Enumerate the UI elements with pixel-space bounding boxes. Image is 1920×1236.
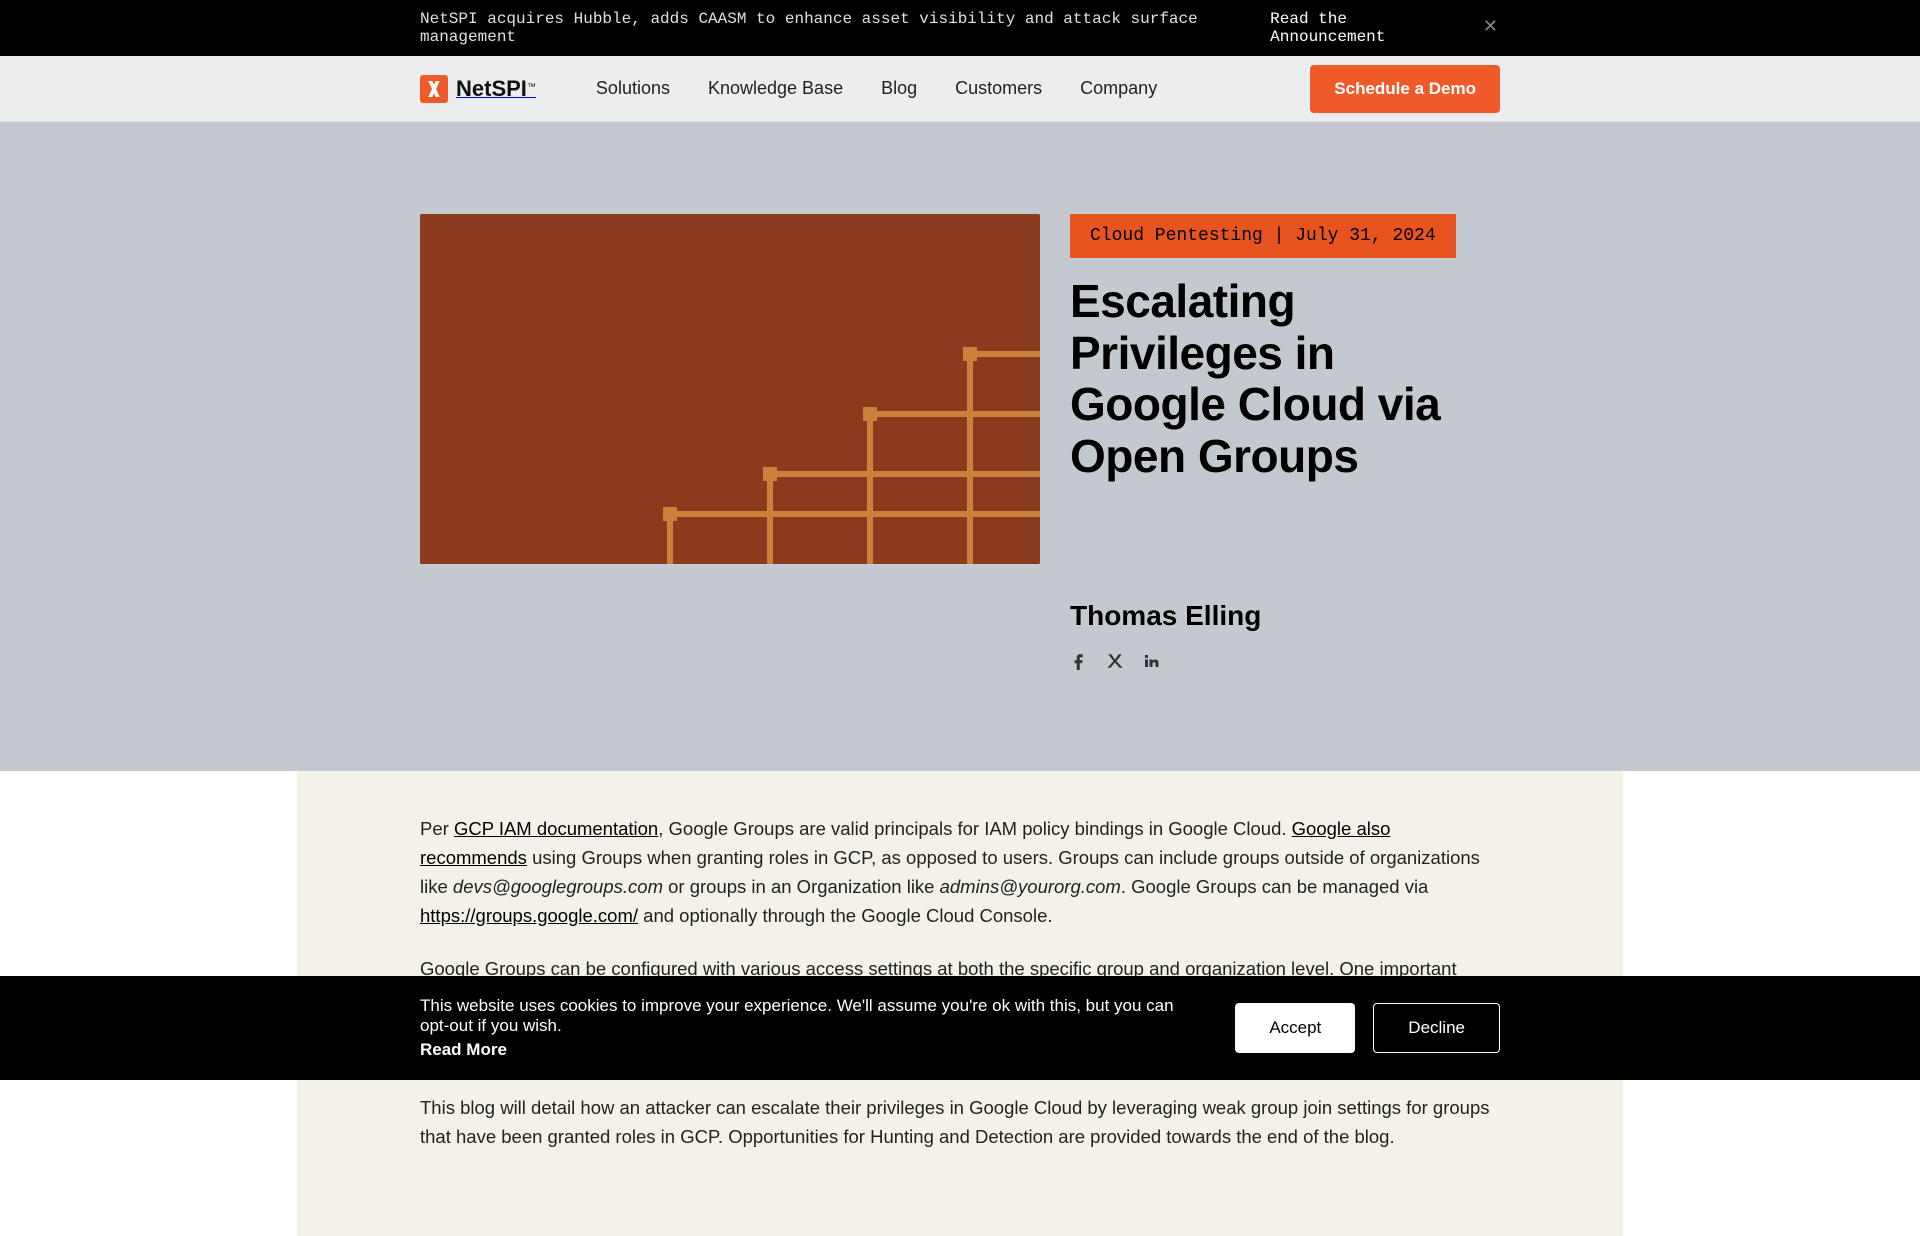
- post-date: July 31, 2024: [1295, 226, 1435, 246]
- nav-item-company[interactable]: Company: [1080, 78, 1157, 99]
- announcement-link[interactable]: Read the Announcement: [1270, 10, 1463, 46]
- x-twitter-icon[interactable]: [1106, 652, 1124, 675]
- post-title: Escalating Privileges in Google Cloud vi…: [1070, 276, 1500, 482]
- brand-name: NetSPI™: [456, 76, 536, 102]
- nav-item-blog[interactable]: Blog: [881, 78, 917, 99]
- hero-graphic: [420, 214, 1040, 564]
- brand-logo[interactable]: NetSPI™: [420, 75, 536, 103]
- main-nav: NetSPI™ Solutions Knowledge Base Blog Cu…: [0, 56, 1920, 122]
- schedule-demo-button[interactable]: Schedule a Demo: [1310, 65, 1500, 113]
- paragraph-3: This blog will detail how an attacker ca…: [420, 1094, 1500, 1152]
- nav-links: Solutions Knowledge Base Blog Customers …: [596, 78, 1157, 99]
- cookie-decline-button[interactable]: Decline: [1373, 1003, 1500, 1053]
- close-icon[interactable]: ✕: [1483, 19, 1498, 37]
- cookie-text: This website uses cookies to improve you…: [420, 996, 1174, 1035]
- announcement-bar: NetSPI acquires Hubble, adds CAASM to en…: [0, 0, 1920, 56]
- cookie-banner: This website uses cookies to improve you…: [0, 976, 1920, 1080]
- link-gcp-iam-doc[interactable]: GCP IAM documentation: [454, 818, 658, 839]
- cookie-read-more-link[interactable]: Read More: [420, 1040, 1180, 1060]
- paragraph-1: Per GCP IAM documentation, Google Groups…: [420, 815, 1500, 930]
- link-groups-google[interactable]: https://groups.google.com/: [420, 905, 638, 926]
- linkedin-icon[interactable]: [1142, 652, 1160, 675]
- share-row: [1070, 652, 1500, 675]
- post-category-tag: Cloud Pentesting | July 31, 2024: [1070, 214, 1456, 258]
- cookie-accept-button[interactable]: Accept: [1235, 1003, 1355, 1053]
- post-author: Thomas Elling: [1070, 600, 1500, 632]
- announcement-text: NetSPI acquires Hubble, adds CAASM to en…: [420, 10, 1270, 46]
- logo-icon: [420, 75, 448, 103]
- facebook-icon[interactable]: [1070, 652, 1088, 675]
- nav-item-solutions[interactable]: Solutions: [596, 78, 670, 99]
- nav-item-customers[interactable]: Customers: [955, 78, 1042, 99]
- hero-section: Cloud Pentesting | July 31, 2024 Escalat…: [0, 122, 1920, 771]
- nav-item-knowledge-base[interactable]: Knowledge Base: [708, 78, 843, 99]
- post-category: Cloud Pentesting: [1090, 226, 1263, 246]
